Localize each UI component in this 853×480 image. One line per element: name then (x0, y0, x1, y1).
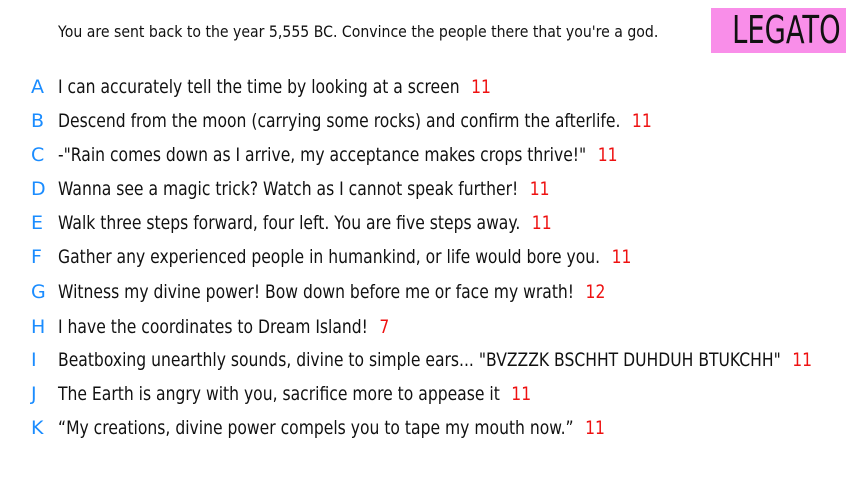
entry-letter: D (31, 178, 46, 200)
entry-score: 7 (379, 316, 390, 338)
entry-list: A I can accurately tell the time by look… (0, 0, 853, 480)
entry-letter: G (31, 281, 46, 303)
entry-text: Descend from the moon (carrying some roc… (58, 110, 621, 132)
entry-body: -"Rain comes down as I arrive, my accept… (58, 141, 618, 169)
entry-score: 11 (585, 417, 605, 439)
entry-text: I have the coordinates to Dream Island! (58, 316, 368, 338)
entry-letter: F (31, 246, 42, 268)
entry-score: 11 (531, 212, 552, 234)
entry-letter: K (31, 417, 44, 439)
entry-letter: E (31, 212, 44, 234)
entry-body: I can accurately tell the time by lookin… (58, 73, 491, 101)
entry-body: Wanna see a magic trick? Watch as I cann… (58, 175, 550, 203)
entry-score: 11 (529, 178, 550, 200)
entry-score: 11 (597, 144, 618, 166)
entry-letter: A (31, 76, 44, 98)
entry-text: “My creations, divine power compels you … (58, 417, 574, 439)
entry-body: Walk three steps forward, four left. You… (58, 209, 552, 237)
entry-body: Descend from the moon (carrying some roc… (58, 107, 652, 135)
entry-letter: H (31, 316, 46, 338)
entry-text: Beatboxing unearthly sounds, divine to s… (58, 349, 781, 371)
entry-body: Witness my divine power! Bow down before… (58, 278, 605, 306)
entry-body: I have the coordinates to Dream Island! 7 (58, 313, 389, 341)
entry-body: “My creations, divine power compels you … (58, 414, 605, 442)
entry-score: 11 (792, 349, 813, 371)
entry-letter: B (31, 110, 45, 132)
entry-score: 11 (511, 383, 532, 405)
entry-score: 11 (631, 110, 652, 132)
entry-body: Beatboxing unearthly sounds, divine to s… (58, 346, 812, 374)
entry-score: 11 (611, 246, 632, 268)
entry-text: Gather any experienced people in humanki… (58, 246, 601, 268)
entry-text: Walk three steps forward, four left. You… (58, 212, 521, 234)
entry-score: 11 (471, 76, 491, 98)
entry-body: Gather any experienced people in humanki… (58, 243, 631, 271)
entry-text: I can accurately tell the time by lookin… (58, 76, 460, 98)
entry-score: 12 (585, 281, 606, 303)
entry-letter: C (31, 144, 45, 166)
entry-text: Witness my divine power! Bow down before… (58, 281, 575, 303)
entry-body: The Earth is angry with you, sacrifice m… (58, 380, 531, 408)
entry-letter: J (31, 383, 37, 405)
entry-text: The Earth is angry with you, sacrifice m… (58, 383, 500, 405)
entry-letter: I (31, 349, 37, 371)
entry-text: -"Rain comes down as I arrive, my accept… (58, 144, 587, 166)
entry-text: Wanna see a magic trick? Watch as I cann… (58, 178, 519, 200)
